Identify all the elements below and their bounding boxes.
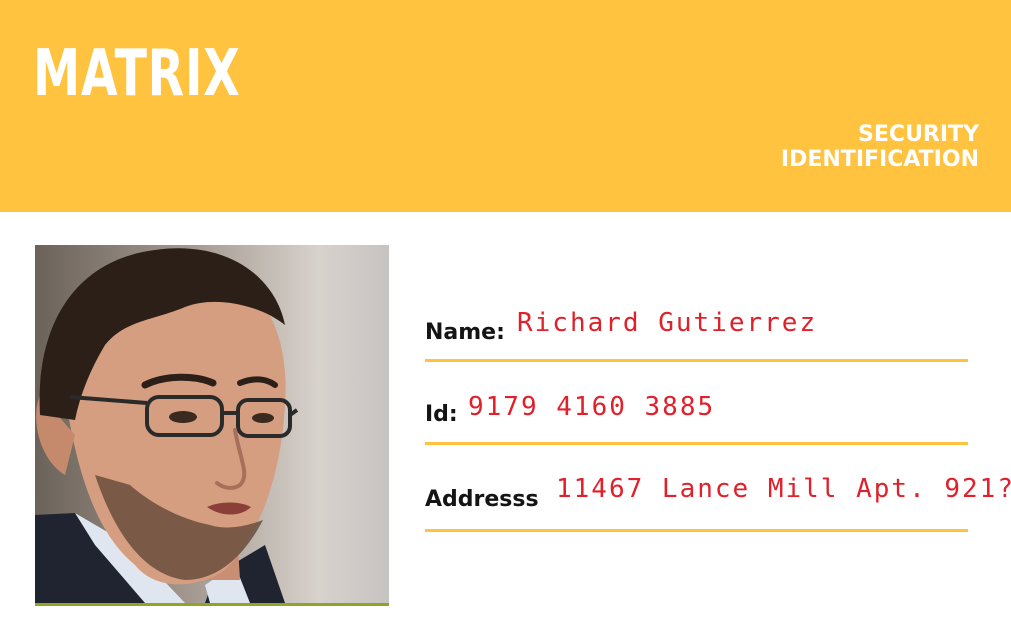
- brand-logo: MATRIX: [33, 37, 241, 111]
- address-field: Addresss 11467 Lance Mill Apt. 921?: [425, 468, 1011, 532]
- card-type-line2: IDENTIFICATION: [780, 147, 979, 172]
- id-photo: [35, 245, 389, 606]
- card-type-title: SECURITY IDENTIFICATION: [781, 122, 979, 172]
- name-label: Name:: [425, 320, 505, 345]
- id-label: Id:: [425, 402, 458, 427]
- id-field: Id: 9179 4160 3885: [425, 386, 968, 445]
- card-type-line1: SECURITY: [858, 122, 979, 147]
- card-header: MATRIX SECURITY IDENTIFICATION: [0, 0, 1011, 212]
- name-value: Richard Gutierrez: [517, 308, 818, 338]
- portrait-illustration: [35, 248, 299, 603]
- address-label: Addresss: [425, 487, 539, 512]
- id-value: 9179 4160 3885: [468, 392, 716, 422]
- address-value: 11467 Lance Mill Apt. 921?: [556, 474, 1011, 504]
- name-field: Name: Richard Gutierrez: [425, 302, 968, 362]
